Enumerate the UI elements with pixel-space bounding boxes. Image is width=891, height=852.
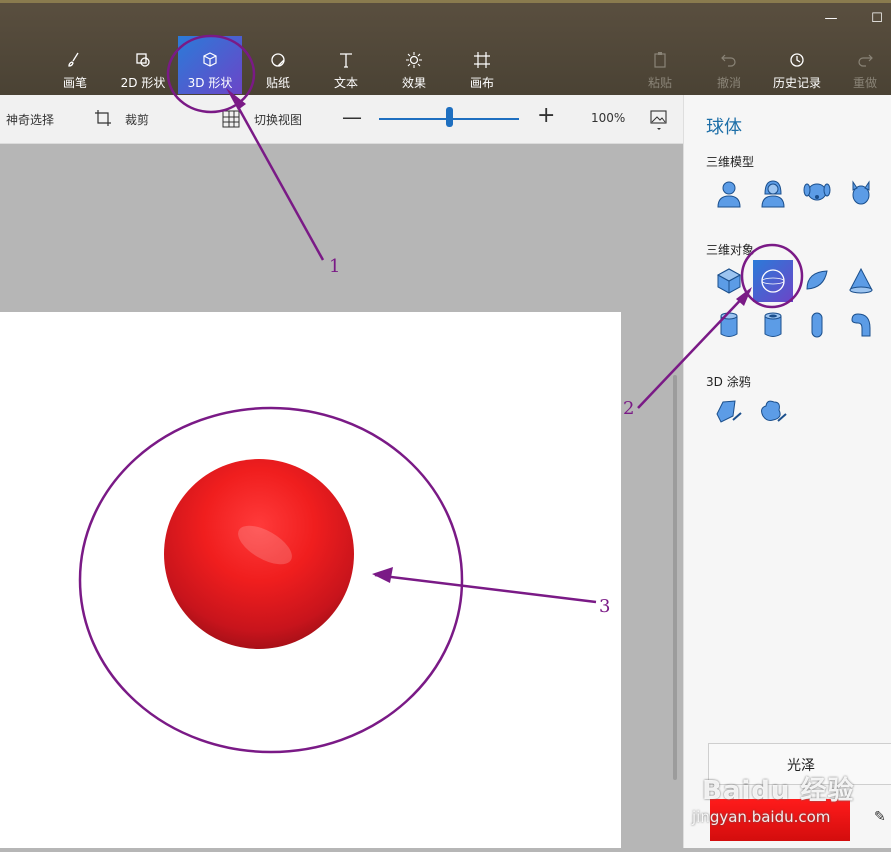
toolbar-label: 贴纸	[265, 76, 290, 90]
object-cube-icon[interactable]	[711, 263, 747, 299]
model-man-icon[interactable]	[711, 175, 747, 211]
2d-shapes-icon	[136, 53, 150, 67]
red-sphere[interactable]	[0, 312, 621, 848]
toolbar-label: 2D 形状	[120, 76, 166, 90]
model-cat-icon[interactable]	[843, 175, 879, 211]
toolbar-label: 文本	[333, 76, 358, 90]
toolbar-label: 粘贴	[647, 76, 672, 90]
minimize-icon[interactable]: —	[822, 10, 840, 28]
properties-panel: 球体 三维模型 三维对象 3D 涂鸦 光泽 ✎	[683, 95, 891, 848]
object-hemisphere-icon[interactable]	[799, 263, 835, 299]
toolbar-label: 效果	[401, 76, 426, 90]
zoom-percent: 100%	[591, 111, 626, 125]
drawing-canvas[interactable]	[0, 312, 621, 848]
toolbar-paste-button[interactable]: 粘贴	[628, 44, 692, 96]
callout-label-1: 1	[329, 256, 341, 277]
canvas-icon	[474, 52, 490, 68]
history-icon	[790, 53, 804, 67]
zoom-out-button[interactable]: —	[342, 105, 362, 129]
watermark-main: Baidu 经验	[702, 776, 855, 806]
object-curved-tube-icon[interactable]	[843, 307, 879, 343]
maximize-icon[interactable]: ☐	[868, 10, 886, 28]
toolbar-undo-button[interactable]: 撤消	[697, 44, 761, 96]
section-3d-objects: 三维对象	[706, 243, 755, 257]
toolbar-label: 画笔	[62, 76, 87, 90]
image-view-icon[interactable]	[650, 109, 668, 133]
model-dog-icon[interactable]	[799, 175, 835, 211]
callout-label-3: 3	[599, 596, 611, 617]
toggle-view-button[interactable]: 切换视图	[254, 111, 302, 128]
zoom-slider-thumb[interactable]	[446, 107, 453, 127]
magic-select-button[interactable]: 神奇选择	[6, 111, 54, 128]
object-tube-icon[interactable]	[755, 307, 791, 343]
callout-label-2: 2	[623, 398, 635, 419]
section-3d-doodle: 3D 涂鸦	[706, 375, 751, 389]
object-sphere-icon[interactable]	[753, 260, 793, 302]
secondary-toolbar: 神奇选择 裁剪 切换视图 — + 100%	[0, 95, 683, 144]
doodle-sharp-edge-icon[interactable]	[711, 393, 747, 429]
title-bar-accent	[0, 0, 891, 3]
vertical-scrollbar[interactable]	[673, 375, 677, 780]
text-icon	[340, 53, 352, 68]
baidu-watermark: Baidu 经验 jingyan.baidu.com	[692, 740, 891, 840]
object-capsule-icon[interactable]	[799, 307, 835, 343]
sticker-icon	[271, 53, 285, 67]
object-cone-icon[interactable]	[843, 263, 879, 299]
crop-button[interactable]: 裁剪	[125, 111, 149, 128]
toolbar-label: 重做	[852, 76, 877, 90]
crop-icon[interactable]	[94, 109, 112, 127]
panel-title: 球体	[706, 117, 742, 138]
paste-icon	[654, 52, 666, 68]
toolbar-label: 历史记录	[772, 76, 821, 90]
toolbar-label: 撤消	[716, 76, 741, 90]
3d-cube-icon	[203, 52, 217, 67]
object-cylinder-icon[interactable]	[711, 307, 747, 343]
toolbar-brushes-button[interactable]: 画笔	[43, 44, 107, 96]
toolbar-effects-button[interactable]: 效果	[382, 44, 446, 96]
model-woman-icon[interactable]	[755, 175, 791, 211]
brush-icon	[68, 52, 79, 67]
toolbar-3d-shapes-button[interactable]: 3D 形状	[178, 36, 242, 94]
toolbar-text-button[interactable]: 文本	[314, 44, 378, 96]
doodle-soft-edge-icon[interactable]	[755, 393, 791, 429]
toolbar-canvas-button[interactable]: 画布	[450, 44, 514, 96]
redo-icon	[858, 54, 873, 67]
zoom-in-button[interactable]: +	[537, 103, 555, 128]
effects-sun-icon	[406, 52, 422, 68]
toggle-view-icon[interactable]	[222, 110, 240, 128]
toolbar-redo-button[interactable]: 重做	[833, 44, 891, 96]
toolbar-history-button[interactable]: 历史记录	[765, 44, 829, 96]
toolbar-label: 3D 形状	[187, 76, 233, 90]
toolbar-2d-shapes-button[interactable]: 2D 形状	[111, 44, 175, 96]
toolbar-stickers-button[interactable]: 贴纸	[246, 44, 310, 96]
undo-icon	[721, 54, 736, 67]
toolbar-label: 画布	[469, 76, 494, 90]
top-toolbar: — ☐ 画笔 2D 形状 3D 形状 贴纸 文本 效果 画布 粘贴 撤消 历史记…	[0, 0, 891, 95]
watermark-url: jingyan.baidu.com	[692, 808, 831, 826]
section-3d-models: 三维模型	[706, 155, 755, 169]
